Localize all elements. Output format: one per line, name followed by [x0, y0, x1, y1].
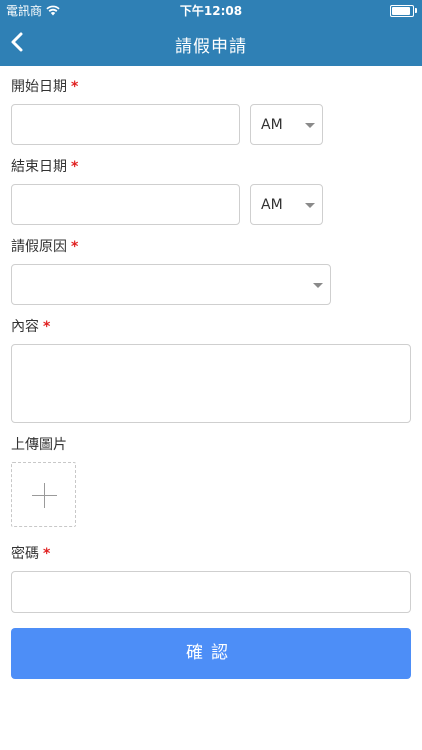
reason-label: 請假原因 * — [11, 236, 78, 256]
start-period-select[interactable]: AM — [250, 104, 323, 145]
chevron-down-icon — [313, 283, 323, 288]
chevron-down-icon — [305, 123, 315, 128]
plus-icon-vertical — [44, 483, 45, 508]
upload-label: 上傳圖片 — [11, 437, 67, 453]
status-time: 下午12:08 — [179, 4, 243, 18]
required-mark: * — [71, 239, 79, 255]
required-mark: * — [43, 319, 51, 335]
battery-icon — [390, 5, 417, 17]
nav-bar: 請假申請 — [0, 20, 422, 66]
chevron-down-icon — [305, 203, 315, 208]
reason-label-text: 請假原因 — [11, 239, 67, 255]
required-mark: * — [71, 159, 79, 175]
start-period-value: AM — [261, 117, 283, 133]
end-period-select[interactable]: AM — [250, 184, 323, 225]
end-date-label: 結束日期 * — [11, 156, 78, 176]
battery-level-fill — [392, 7, 410, 15]
status-bar: 電訊商 下午12:08 — [0, 0, 422, 20]
end-date-label-text: 結束日期 — [11, 159, 67, 175]
content-label: 內容 * — [11, 316, 50, 336]
confirm-button[interactable]: 確認 — [11, 628, 411, 679]
start-date-label: 開始日期 * — [11, 76, 78, 96]
content-label-text: 內容 — [11, 319, 39, 335]
required-mark: * — [43, 546, 51, 562]
end-date-input[interactable] — [11, 184, 240, 225]
required-mark: * — [71, 79, 79, 95]
leave-application-screen: 電訊商 下午12:08 請假申請 開始日期 * AM 結束日期 * AM 請假原… — [0, 0, 422, 750]
password-label: 密碼 * — [11, 543, 50, 563]
start-date-label-text: 開始日期 — [11, 79, 67, 95]
password-label-text: 密碼 — [11, 546, 39, 562]
content-textarea[interactable] — [11, 344, 411, 423]
reason-select[interactable] — [11, 264, 331, 305]
start-date-input[interactable] — [11, 104, 240, 145]
upload-image-button[interactable] — [11, 462, 76, 527]
password-input[interactable] — [11, 571, 411, 613]
page-title: 請假申請 — [175, 37, 247, 57]
end-period-value: AM — [261, 197, 283, 213]
